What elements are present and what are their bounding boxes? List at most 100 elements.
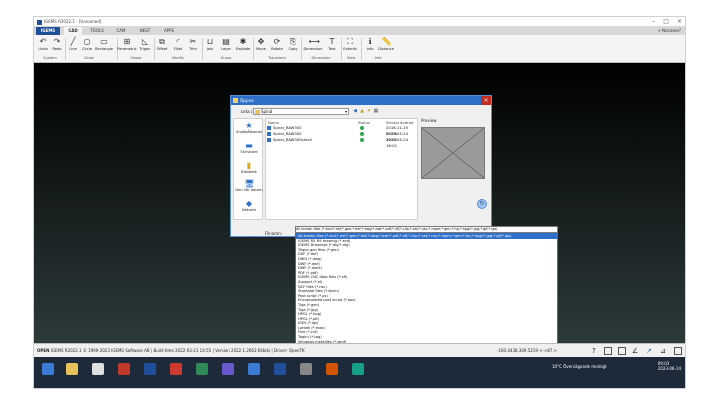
redo-button[interactable]: ↷ Redo bbox=[49, 37, 65, 55]
info-icon: ℹ bbox=[368, 37, 372, 46]
snap-point-icon[interactable]: ↗ bbox=[646, 347, 654, 355]
maximize-icon[interactable]: □ bbox=[663, 18, 669, 25]
app-icon[interactable] bbox=[196, 363, 208, 375]
title-bar: IGEMS R2022.1 - [Unnamed] – □ × bbox=[34, 17, 685, 26]
lookin-select[interactable]: Spiral ▾ bbox=[253, 108, 349, 115]
ribbon-tabbar: IGEMS CAD TOOLS CAM NEST APPS + Noname? bbox=[34, 26, 685, 35]
preview-label: Preview bbox=[421, 118, 437, 123]
trigon-icon: ◺ bbox=[141, 37, 149, 46]
tab-brand[interactable]: IGEMS bbox=[36, 27, 60, 35]
close-icon[interactable]: × bbox=[677, 18, 682, 25]
open-file-dialog: Öppna × Leta i: Spiral ▾ ◀ ▲ ✦ ▦ Preview… bbox=[230, 95, 492, 237]
tab-tools[interactable]: TOOLS bbox=[88, 27, 106, 35]
app-icon[interactable] bbox=[326, 363, 338, 375]
minimize-icon[interactable]: – bbox=[652, 18, 655, 25]
distance-button[interactable]: 📏 Distance bbox=[377, 37, 395, 55]
grid-toggle-icon[interactable] bbox=[618, 347, 626, 355]
filetype-select[interactable]: All known files (*.ecd;*.dxf;*.gen;*.dxf… bbox=[295, 226, 558, 233]
file-row[interactable]: Spiral_RAW300small 2023-05-24 16:02 bbox=[266, 137, 417, 148]
tool-label: Explode bbox=[235, 47, 251, 51]
file-list: Namn Status Senast ändrad Spiral_RAW300 … bbox=[265, 118, 418, 220]
weather-widget[interactable]: 10°C Övervägande molnigt bbox=[552, 364, 607, 369]
system-clock[interactable]: 09:03 2023-06-14 bbox=[658, 361, 681, 371]
filetype-dropdown-list: All known files (*.ecd;*.dxf;*.gen;*.dxf… bbox=[295, 233, 558, 359]
place-quick-access[interactable]: ★ Snabbåtkomst bbox=[234, 121, 264, 135]
info-button[interactable]: ℹ Info bbox=[362, 37, 378, 55]
parametric-button[interactable]: ⊞ Parametric bbox=[117, 37, 137, 55]
window-controls: – □ × bbox=[644, 17, 682, 26]
desktop-screen: IGEMS R2022.1 - [Unnamed] – □ × IGEMS CAD … bbox=[33, 16, 686, 389]
tool-label: Text bbox=[328, 47, 336, 51]
snap-angle-icon[interactable]: ∠ bbox=[632, 347, 640, 355]
undo-icon: ↶ bbox=[39, 37, 47, 46]
place-libraries[interactable]: ▮ Bibliotek bbox=[234, 161, 264, 175]
ortho-toggle-icon[interactable] bbox=[604, 347, 612, 355]
app-icon[interactable] bbox=[352, 363, 364, 375]
back-icon[interactable]: ◀ bbox=[352, 108, 358, 114]
windows-taskbar: 10°C Övervägande molnigt 09:03 2023-06-1… bbox=[34, 357, 685, 388]
rectangle-button[interactable]: ▭ Rectangle bbox=[94, 37, 114, 55]
chevron-down-icon: ▾ bbox=[344, 109, 347, 114]
tab-cam[interactable]: CAM bbox=[112, 27, 130, 35]
layer-button[interactable]: ▤ Layer bbox=[218, 37, 234, 55]
rotate-icon: ⟳ bbox=[273, 37, 281, 46]
tab-apps[interactable]: APPS bbox=[160, 27, 178, 35]
measure-icon[interactable]: ⊿ bbox=[660, 347, 668, 355]
file-explorer-icon[interactable] bbox=[66, 363, 78, 375]
offset-button[interactable]: ⧉ Offset bbox=[154, 37, 170, 55]
circle-button[interactable]: ○ Circle bbox=[79, 37, 95, 55]
filetype-label: Filformat: bbox=[264, 242, 283, 247]
place-network[interactable]: ◆ Nätverk bbox=[234, 199, 264, 213]
browser-icon[interactable] bbox=[248, 363, 260, 375]
igems-taskbar-icon[interactable] bbox=[274, 363, 286, 375]
tool-label: Rectangle bbox=[95, 47, 113, 51]
place-desktop[interactable]: ▬ Skrivbord bbox=[234, 141, 264, 155]
join-button[interactable]: ⊔ Join bbox=[202, 37, 218, 55]
text-button[interactable]: T Text bbox=[324, 37, 340, 55]
file-preview bbox=[421, 127, 485, 179]
fillet-icon: ◜ bbox=[176, 37, 180, 46]
tool-label: Layer bbox=[220, 47, 232, 51]
app-icon[interactable] bbox=[118, 363, 130, 375]
status-info: IGEMS R2022.1 © 1999-2023 IGEMS Software… bbox=[50, 348, 305, 353]
tool-label: Redo bbox=[52, 47, 62, 51]
pdf-icon[interactable] bbox=[170, 363, 182, 375]
tool-label: Parametric bbox=[117, 47, 137, 51]
start-icon[interactable] bbox=[42, 363, 54, 375]
up-folder-icon[interactable]: ▲ bbox=[359, 108, 365, 114]
dimension-icon: ⟷ bbox=[308, 37, 320, 46]
tab-cad[interactable]: CAD bbox=[64, 27, 82, 35]
copy-button[interactable]: ⎘ Copy bbox=[285, 37, 301, 55]
new-folder-icon[interactable]: ✦ bbox=[366, 108, 372, 114]
app-icon[interactable] bbox=[92, 363, 104, 375]
trim-icon: ✂ bbox=[189, 37, 197, 46]
lookin-label: Leta i: bbox=[241, 109, 254, 114]
app-icon[interactable] bbox=[300, 363, 312, 375]
word-icon[interactable] bbox=[144, 363, 156, 375]
rotate-button[interactable]: ⟳ Rotate bbox=[269, 37, 285, 55]
filename-label: Filnamn: bbox=[265, 231, 282, 236]
refresh-preview-icon[interactable]: ↻ bbox=[477, 199, 487, 209]
dialog-close-button[interactable]: × bbox=[481, 96, 491, 105]
trim-button[interactable]: ✂ Trim bbox=[185, 37, 201, 55]
folder-icon bbox=[255, 110, 260, 114]
explode-icon: ✱ bbox=[239, 37, 247, 46]
move-button[interactable]: ✥ Move bbox=[253, 37, 269, 55]
fillet-button[interactable]: ◜ Fillet bbox=[170, 37, 186, 55]
place-this-pc[interactable]: 🖥 Den här datorn bbox=[234, 179, 264, 193]
dimension-button[interactable]: ⟷ Dimension bbox=[302, 37, 324, 55]
help-icon[interactable]: ? bbox=[592, 347, 600, 355]
view-extents-button[interactable]: ⛶ Extents bbox=[341, 37, 359, 55]
view-menu-icon[interactable]: ▦ bbox=[373, 108, 379, 114]
user-menu[interactable]: + Noname? bbox=[657, 27, 681, 34]
layout-toggle-icon[interactable] bbox=[674, 347, 682, 355]
app-icon[interactable] bbox=[222, 363, 234, 375]
group-label: Modify bbox=[172, 56, 184, 60]
explode-button[interactable]: ✱ Explode bbox=[234, 37, 252, 55]
tool-label: Offset bbox=[156, 47, 168, 51]
tab-nest[interactable]: NEST bbox=[136, 27, 154, 35]
parametric-icon: ⊞ bbox=[123, 37, 131, 46]
file-icon bbox=[267, 132, 271, 136]
trigon-button[interactable]: ◺ Trigon bbox=[137, 37, 153, 55]
tool-label: Move bbox=[256, 47, 266, 51]
